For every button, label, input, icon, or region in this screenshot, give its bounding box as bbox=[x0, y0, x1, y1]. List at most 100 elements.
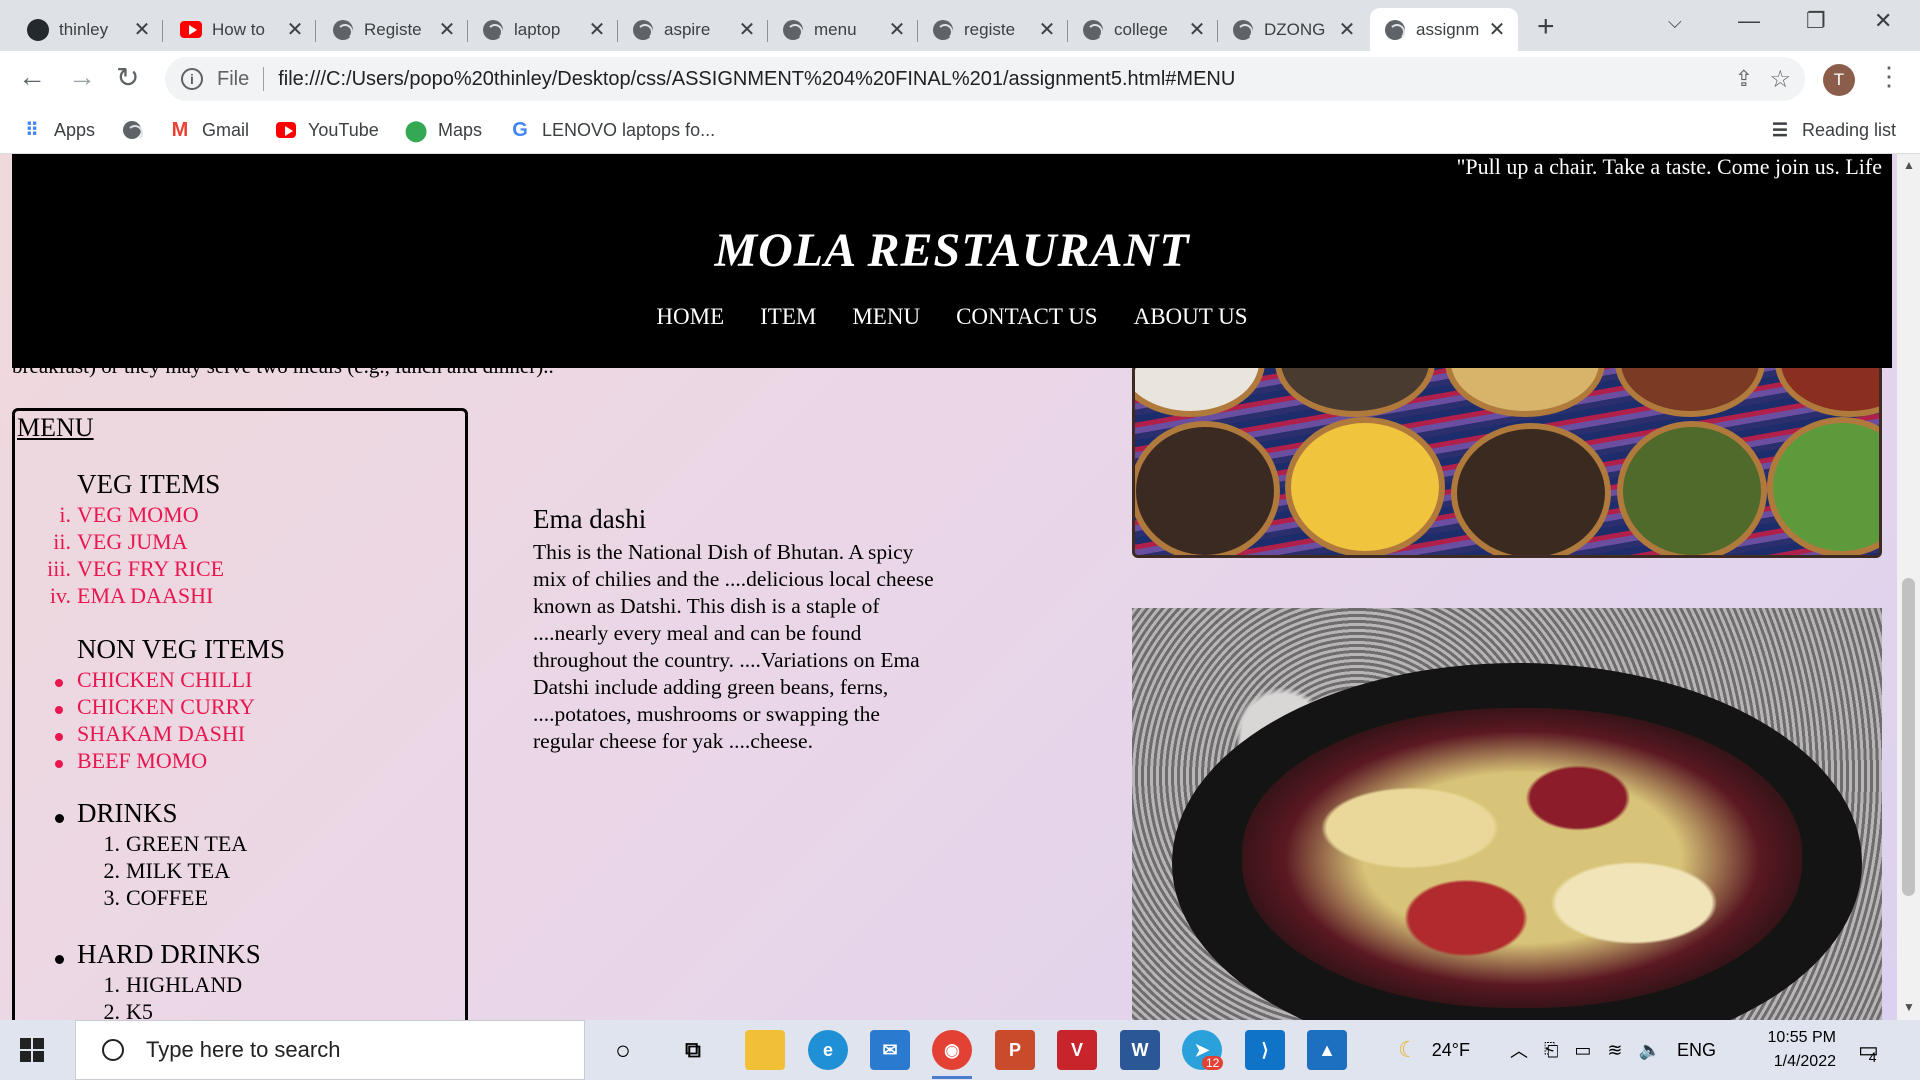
edge-icon[interactable]: e bbox=[808, 1030, 848, 1070]
tab-title: Registe bbox=[364, 19, 422, 39]
bullet-icon bbox=[55, 760, 63, 768]
menu-legend: MENU bbox=[17, 413, 94, 442]
moon-icon: ☾ bbox=[1398, 1037, 1418, 1062]
globe-icon bbox=[1384, 19, 1406, 41]
hard-drinks-heading: HARD DRINKS bbox=[77, 939, 261, 969]
new-tab-button[interactable]: + bbox=[1537, 10, 1555, 44]
menu-item: CHICKEN CHILLI bbox=[77, 667, 253, 692]
menu-item: CHICKEN CURRY bbox=[77, 694, 255, 719]
telegram-badge: 12 bbox=[1202, 1056, 1224, 1070]
cortana-icon[interactable]: ○ bbox=[603, 1030, 643, 1070]
mail-icon[interactable]: ✉ bbox=[870, 1030, 910, 1070]
profile-avatar[interactable]: T bbox=[1823, 64, 1855, 96]
back-button[interactable]: ← bbox=[18, 61, 46, 93]
browser-tab[interactable]: aspire ✕ bbox=[618, 8, 768, 51]
close-tab-icon[interactable]: ✕ bbox=[886, 17, 908, 42]
menu-fieldset: MENU VEG ITEMS i. VEG MOMO ii. VEG JUMA ii… bbox=[12, 408, 468, 1020]
bookmark-gmail[interactable]: M Gmail bbox=[170, 115, 249, 145]
tray-chevron-icon[interactable]: ︿ bbox=[1510, 1037, 1528, 1063]
taskbar-search-box[interactable]: Type here to search bbox=[75, 1020, 585, 1080]
bookmark-youtube[interactable]: YouTube bbox=[276, 115, 379, 145]
task-view-icon[interactable]: ⧉ bbox=[673, 1030, 713, 1070]
scroll-thumb[interactable] bbox=[1902, 578, 1915, 896]
close-tab-icon[interactable]: ✕ bbox=[1036, 17, 1058, 42]
tab-search-chevron-icon[interactable]: ⌵ bbox=[1668, 12, 1682, 33]
close-tab-icon[interactable]: ✕ bbox=[586, 17, 608, 42]
vscode-icon[interactable]: ⟩ bbox=[1245, 1030, 1285, 1070]
nav-menu[interactable]: MENU bbox=[852, 304, 920, 330]
word-icon[interactable]: W bbox=[1120, 1030, 1160, 1070]
notification-center-icon[interactable]: ▭ 4 bbox=[1858, 1020, 1879, 1080]
bookmarks-bar: ⠿ Apps M Gmail YouTube ⬤ Maps G LENOVO l… bbox=[0, 107, 1920, 154]
bookmark-star-icon[interactable]: ☆ bbox=[1769, 65, 1791, 94]
usb-icon[interactable]: ⎗ bbox=[1544, 1040, 1558, 1061]
menu-item: BEEF MOMO bbox=[77, 748, 208, 773]
browser-tab[interactable]: registe ✕ bbox=[918, 8, 1068, 51]
weather-widget[interactable]: ☾ 24°F bbox=[1398, 1020, 1470, 1080]
browser-tab[interactable]: How to ✕ bbox=[166, 8, 316, 51]
chrome-icon[interactable]: ◉ bbox=[932, 1030, 972, 1070]
globe-icon bbox=[1232, 19, 1254, 41]
browser-tab[interactable]: college ✕ bbox=[1068, 8, 1218, 51]
close-tab-icon[interactable]: ✕ bbox=[1486, 17, 1508, 42]
vectr-icon[interactable]: V bbox=[1057, 1030, 1097, 1070]
powerpoint-icon[interactable]: P bbox=[995, 1030, 1035, 1070]
nav-about-us[interactable]: ABOUT US bbox=[1134, 304, 1248, 330]
globe-icon bbox=[782, 19, 804, 41]
bullet-icon bbox=[55, 706, 63, 714]
nav-home[interactable]: HOME bbox=[656, 304, 724, 330]
browser-tab-active[interactable]: assignm ✕ bbox=[1370, 8, 1518, 51]
bookmark-lenovo[interactable]: G LENOVO laptops fo... bbox=[510, 115, 715, 145]
nav-contact-us[interactable]: CONTACT US bbox=[956, 304, 1098, 330]
minimize-button[interactable]: — bbox=[1738, 8, 1760, 34]
close-tab-icon[interactable]: ✕ bbox=[131, 17, 153, 42]
nav-item[interactable]: ITEM bbox=[760, 304, 816, 330]
site-nav: HOME ITEM MENU CONTACT US ABOUT US bbox=[12, 304, 1892, 330]
language-indicator[interactable]: ENG bbox=[1677, 1040, 1716, 1061]
url-text[interactable]: file:///C:/Users/popo%20thinley/Desktop/… bbox=[278, 68, 1235, 91]
globe-icon bbox=[932, 19, 954, 41]
reload-button[interactable]: ↻ bbox=[116, 61, 139, 94]
page-scrollbar[interactable]: ▲ ▼ bbox=[1897, 154, 1920, 1020]
browser-tab[interactable]: Registe ✕ bbox=[318, 8, 468, 51]
browser-tab[interactable]: thinley ✕ bbox=[13, 8, 163, 51]
github-icon bbox=[27, 18, 49, 41]
close-tab-icon[interactable]: ✕ bbox=[284, 17, 306, 42]
site-title: MOLA RESTAURANT bbox=[714, 224, 1190, 277]
address-bar[interactable]: i File file:///C:/Users/popo%20thinley/D… bbox=[165, 57, 1805, 101]
browser-tab[interactable]: DZONG ✕ bbox=[1218, 8, 1368, 51]
reading-list-button[interactable]: ☰ Reading list bbox=[1770, 115, 1896, 145]
volume-icon[interactable]: 🔈 bbox=[1639, 1040, 1661, 1061]
scroll-down-arrow-icon[interactable]: ▼ bbox=[1903, 1000, 1915, 1014]
site-info-icon[interactable]: i bbox=[181, 68, 203, 90]
close-tab-icon[interactable]: ✕ bbox=[436, 17, 458, 42]
close-tab-icon[interactable]: ✕ bbox=[736, 17, 758, 42]
marquee-quote: "Pull up a chair. Take a taste. Come joi… bbox=[1456, 154, 1882, 179]
windows-start-icon[interactable] bbox=[20, 1038, 44, 1062]
wifi-icon[interactable]: ≋ bbox=[1607, 1040, 1622, 1061]
bookmark-apps[interactable]: ⠿ Apps bbox=[22, 115, 95, 145]
photos-icon[interactable]: ▲ bbox=[1307, 1030, 1347, 1070]
file-explorer-icon[interactable] bbox=[745, 1030, 785, 1070]
bookmark-maps[interactable]: ⬤ Maps bbox=[404, 115, 482, 145]
search-placeholder: Type here to search bbox=[146, 1037, 341, 1062]
battery-icon[interactable]: ▭ bbox=[1574, 1040, 1591, 1061]
forward-button[interactable]: → bbox=[68, 61, 96, 93]
browser-tab[interactable]: menu ✕ bbox=[768, 8, 918, 51]
browser-tab[interactable]: laptop ✕ bbox=[468, 8, 618, 51]
system-tray: ︿ ⎗ ▭ ≋ 🔈 ENG bbox=[1510, 1020, 1716, 1080]
globe-icon bbox=[632, 19, 654, 41]
menu-kebab-icon[interactable]: ⋮ bbox=[1876, 61, 1902, 92]
close-window-button[interactable]: ✕ bbox=[1874, 8, 1892, 34]
maps-pin-icon: ⬤ bbox=[404, 119, 428, 142]
bookmark-globe[interactable] bbox=[122, 115, 154, 145]
restore-button[interactable]: ❐ bbox=[1806, 8, 1826, 34]
menu-item: SHAKAM DASHI bbox=[77, 721, 246, 746]
share-icon[interactable]: ⇪ bbox=[1735, 66, 1753, 92]
drink-item: 2. K5 bbox=[103, 999, 153, 1020]
clock[interactable]: 10:55 PM 1/4/2022 bbox=[1746, 1020, 1836, 1080]
bullet-icon bbox=[55, 955, 64, 964]
close-tab-icon[interactable]: ✕ bbox=[1336, 17, 1358, 42]
scroll-up-arrow-icon[interactable]: ▲ bbox=[1903, 158, 1915, 172]
close-tab-icon[interactable]: ✕ bbox=[1186, 17, 1208, 42]
